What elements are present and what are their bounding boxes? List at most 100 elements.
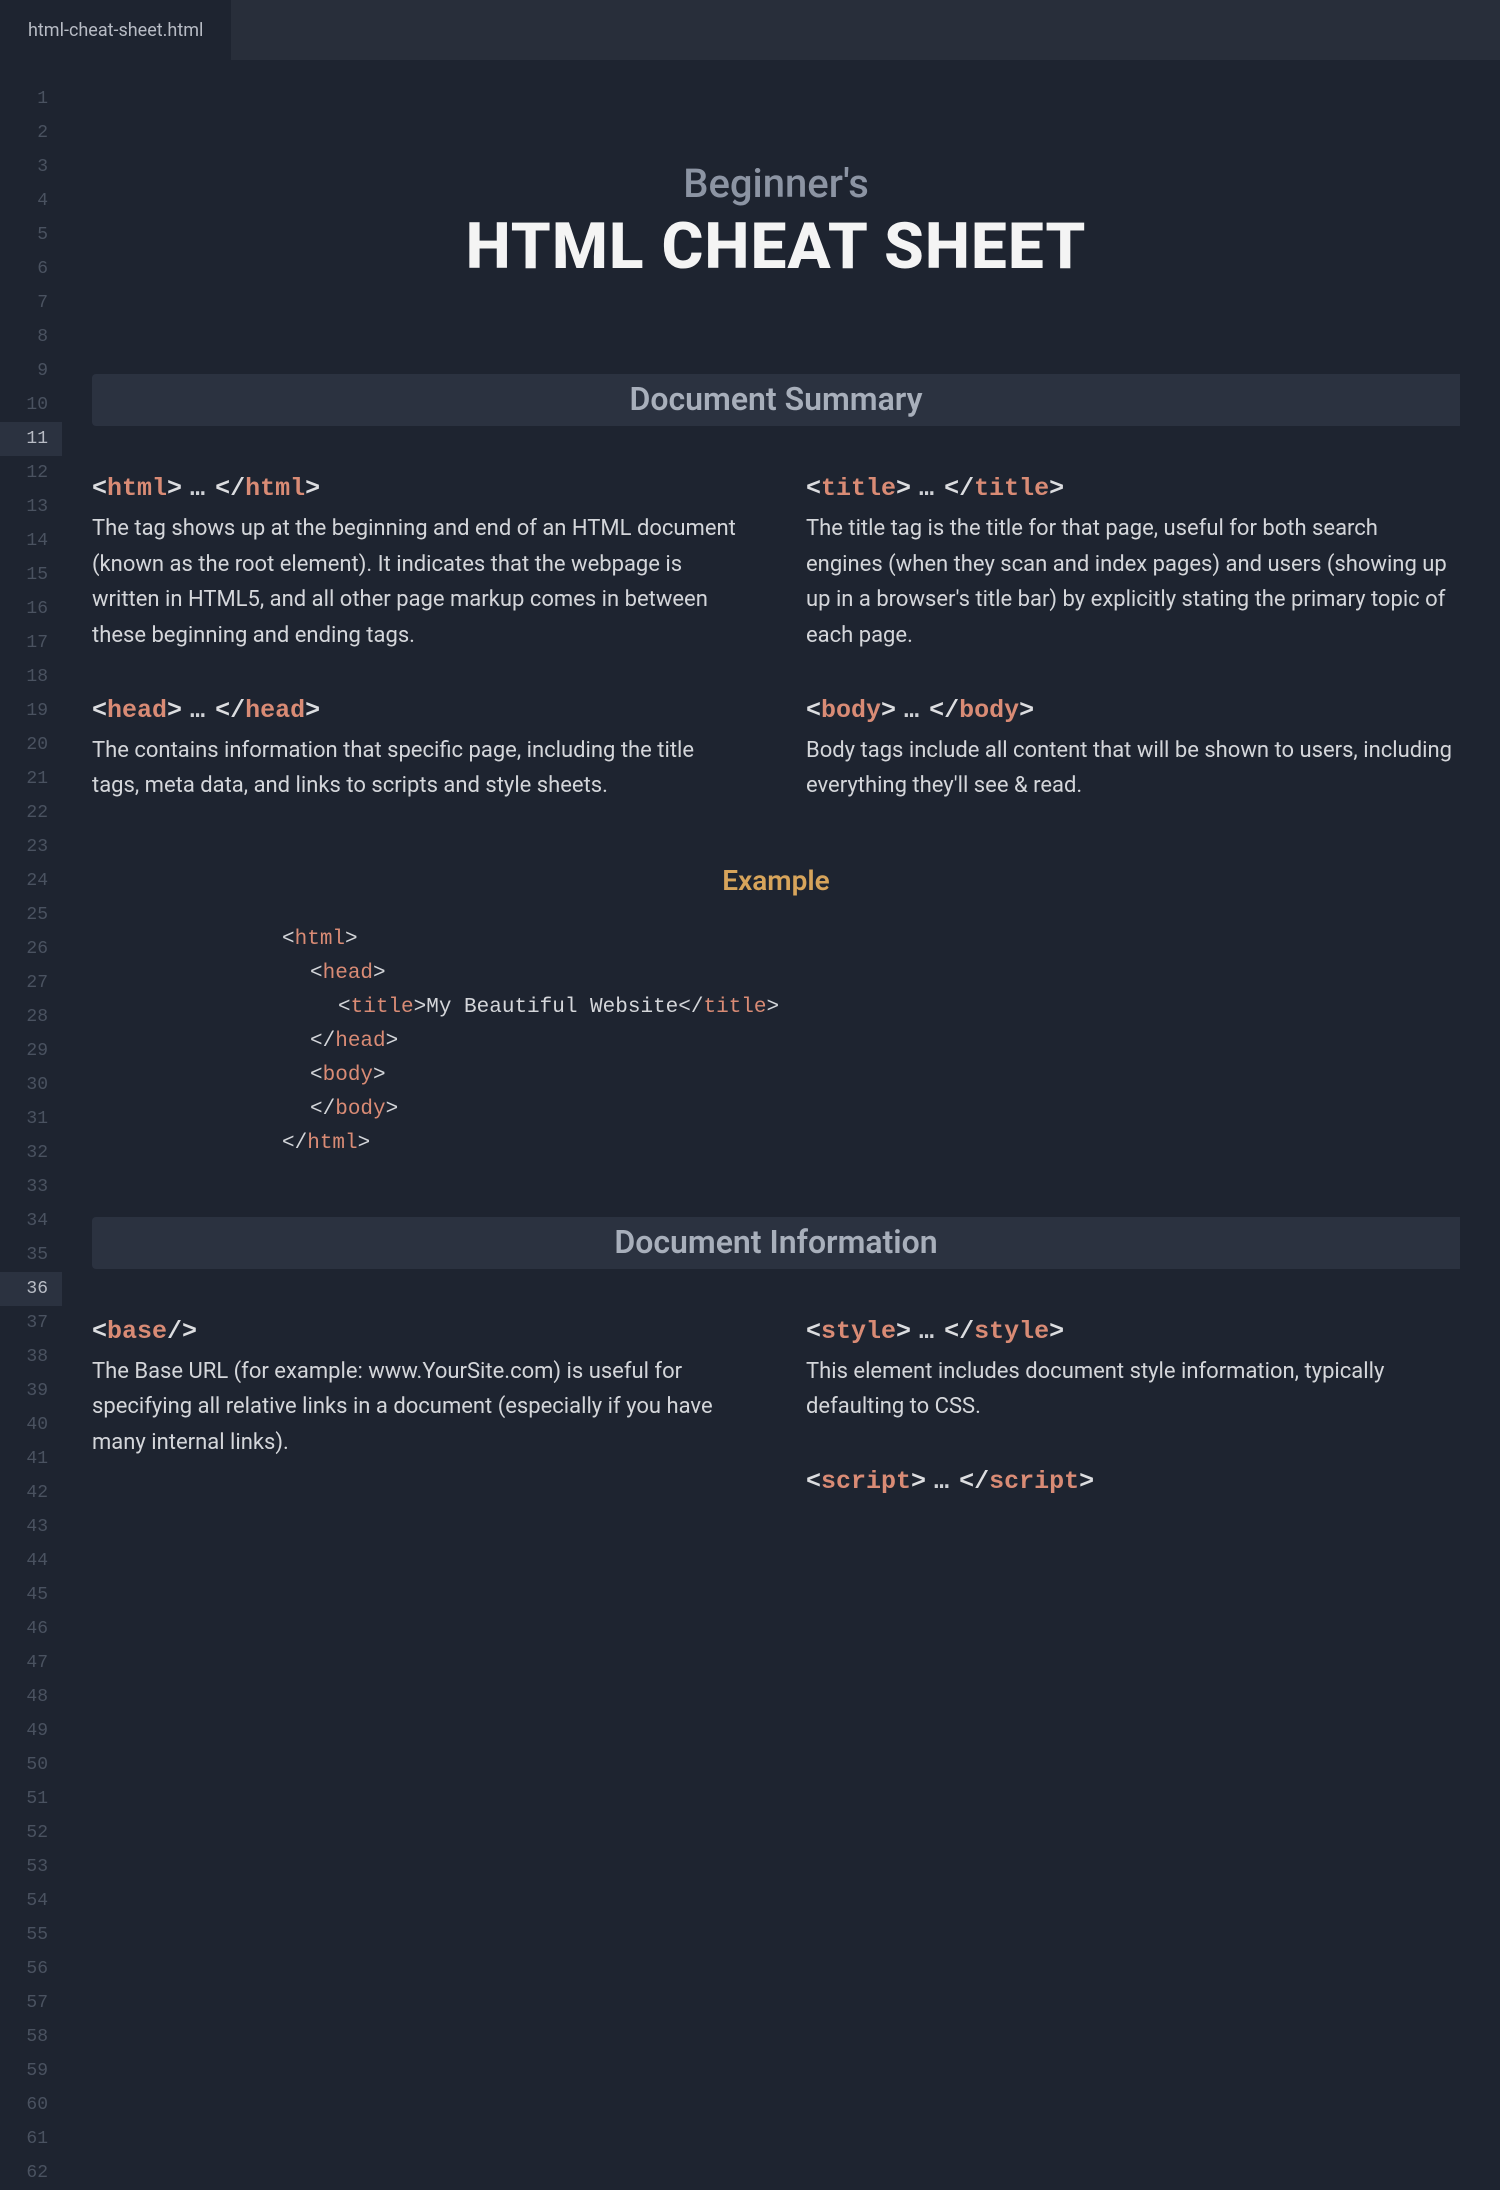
content-area: Beginner's HTML CHEAT SHEET Document Sum… bbox=[62, 60, 1500, 1500]
code-line: </html> bbox=[282, 1127, 1460, 1161]
line-number: 19 bbox=[0, 694, 62, 728]
tag-entry: <base/> The Base URL (for example: www.Yo… bbox=[92, 1317, 746, 1461]
tag-signature: <style>…</style> bbox=[806, 1317, 1460, 1346]
line-number: 10 bbox=[0, 388, 62, 422]
line-number: 62 bbox=[0, 2156, 62, 2190]
line-number: 50 bbox=[0, 1748, 62, 1782]
line-number: 47 bbox=[0, 1646, 62, 1680]
line-number: 54 bbox=[0, 1884, 62, 1918]
line-number: 60 bbox=[0, 2088, 62, 2122]
tag-description: This element includes document style inf… bbox=[806, 1354, 1460, 1425]
line-number: 43 bbox=[0, 1510, 62, 1544]
line-number: 37 bbox=[0, 1306, 62, 1340]
line-number: 14 bbox=[0, 524, 62, 558]
line-number: 36 bbox=[0, 1272, 62, 1306]
tab-bar: html-cheat-sheet.html bbox=[0, 0, 1500, 60]
code-line: </head> bbox=[282, 1025, 1460, 1059]
line-number: 46 bbox=[0, 1612, 62, 1646]
line-number: 40 bbox=[0, 1408, 62, 1442]
tag-signature: <title>…</title> bbox=[806, 474, 1460, 503]
line-number: 32 bbox=[0, 1136, 62, 1170]
line-number: 7 bbox=[0, 286, 62, 320]
code-line: <title>My Beautiful Website</title> bbox=[282, 991, 1460, 1025]
section-heading: Document Summary bbox=[92, 374, 1460, 426]
example-heading: Example bbox=[92, 864, 1460, 897]
tag-entry: <title>…</title> The title tag is the tit… bbox=[806, 474, 1460, 654]
tag-signature: <script>…</script> bbox=[806, 1467, 1460, 1496]
tag-entry: <head>…</head>The contains information t… bbox=[92, 696, 746, 804]
code-line: <head> bbox=[282, 957, 1460, 991]
line-number: 23 bbox=[0, 830, 62, 864]
line-number: 20 bbox=[0, 728, 62, 762]
line-number: 38 bbox=[0, 1340, 62, 1374]
line-number: 51 bbox=[0, 1782, 62, 1816]
line-number: 45 bbox=[0, 1578, 62, 1612]
section-heading: Document Information bbox=[92, 1217, 1460, 1269]
line-number: 4 bbox=[0, 184, 62, 218]
line-number: 48 bbox=[0, 1680, 62, 1714]
tag-signature: <html>…</html> bbox=[92, 474, 746, 503]
line-number: 35 bbox=[0, 1238, 62, 1272]
tag-description: The Base URL (for example: www.YourSite.… bbox=[92, 1354, 746, 1461]
line-number: 17 bbox=[0, 626, 62, 660]
code-line: <html> bbox=[282, 923, 1460, 957]
line-number: 59 bbox=[0, 2054, 62, 2088]
tag-signature: <body>…</body> bbox=[806, 696, 1460, 725]
line-number: 30 bbox=[0, 1068, 62, 1102]
code-line: </body> bbox=[282, 1093, 1460, 1127]
line-number: 21 bbox=[0, 762, 62, 796]
line-number: 28 bbox=[0, 1000, 62, 1034]
line-number: 8 bbox=[0, 320, 62, 354]
editor-tab[interactable]: html-cheat-sheet.html bbox=[0, 0, 232, 60]
line-number-gutter: 1234567891011121314151617181920212223242… bbox=[0, 60, 62, 1500]
line-number: 42 bbox=[0, 1476, 62, 1510]
line-number: 39 bbox=[0, 1374, 62, 1408]
tag-description: The contains information that specific p… bbox=[92, 733, 746, 804]
line-number: 22 bbox=[0, 796, 62, 830]
line-number: 61 bbox=[0, 2122, 62, 2156]
hero-title: HTML CHEAT SHEET bbox=[92, 209, 1460, 284]
line-number: 13 bbox=[0, 490, 62, 524]
line-number: 44 bbox=[0, 1544, 62, 1578]
line-number: 49 bbox=[0, 1714, 62, 1748]
line-number: 34 bbox=[0, 1204, 62, 1238]
tag-description: The tag shows up at the beginning and en… bbox=[92, 511, 746, 654]
line-number: 16 bbox=[0, 592, 62, 626]
tab-filename: html-cheat-sheet.html bbox=[28, 20, 203, 41]
line-number: 11 bbox=[0, 422, 62, 456]
line-number: 31 bbox=[0, 1102, 62, 1136]
line-number: 58 bbox=[0, 2020, 62, 2054]
line-number: 33 bbox=[0, 1170, 62, 1204]
workspace: 1234567891011121314151617181920212223242… bbox=[0, 60, 1500, 1500]
line-number: 26 bbox=[0, 932, 62, 966]
example-code: <html><head><title>My Beautiful Website<… bbox=[282, 923, 1460, 1161]
tag-signature: <base/> bbox=[92, 1317, 746, 1346]
line-number: 5 bbox=[0, 218, 62, 252]
line-number: 2 bbox=[0, 116, 62, 150]
section2-right-column: <style>…</style> This element includes do… bbox=[806, 1317, 1460, 1538]
line-number: 52 bbox=[0, 1816, 62, 1850]
hero-subtitle: Beginner's bbox=[92, 160, 1460, 207]
tag-entry: <body>…</body> Body tags include all cont… bbox=[806, 696, 1460, 804]
line-number: 57 bbox=[0, 1986, 62, 2020]
line-number: 25 bbox=[0, 898, 62, 932]
section1-left-column: <html>…</html> The tag shows up at the be… bbox=[92, 474, 746, 846]
tag-description: Body tags include all content that will … bbox=[806, 733, 1460, 804]
line-number: 12 bbox=[0, 456, 62, 490]
line-number: 29 bbox=[0, 1034, 62, 1068]
line-number: 24 bbox=[0, 864, 62, 898]
line-number: 15 bbox=[0, 558, 62, 592]
line-number: 3 bbox=[0, 150, 62, 184]
section2-columns: <base/> The Base URL (for example: www.Yo… bbox=[92, 1317, 1460, 1538]
line-number: 9 bbox=[0, 354, 62, 388]
tag-description: The title tag is the title for that page… bbox=[806, 511, 1460, 654]
section1-columns: <html>…</html> The tag shows up at the be… bbox=[92, 474, 1460, 846]
tab-bar-empty bbox=[232, 0, 1500, 60]
line-number: 1 bbox=[0, 82, 62, 116]
line-number: 27 bbox=[0, 966, 62, 1000]
line-number: 18 bbox=[0, 660, 62, 694]
section2-left-column: <base/> The Base URL (for example: www.Yo… bbox=[92, 1317, 746, 1538]
line-number: 41 bbox=[0, 1442, 62, 1476]
code-line: <body> bbox=[282, 1059, 1460, 1093]
tag-entry: <html>…</html> The tag shows up at the be… bbox=[92, 474, 746, 654]
